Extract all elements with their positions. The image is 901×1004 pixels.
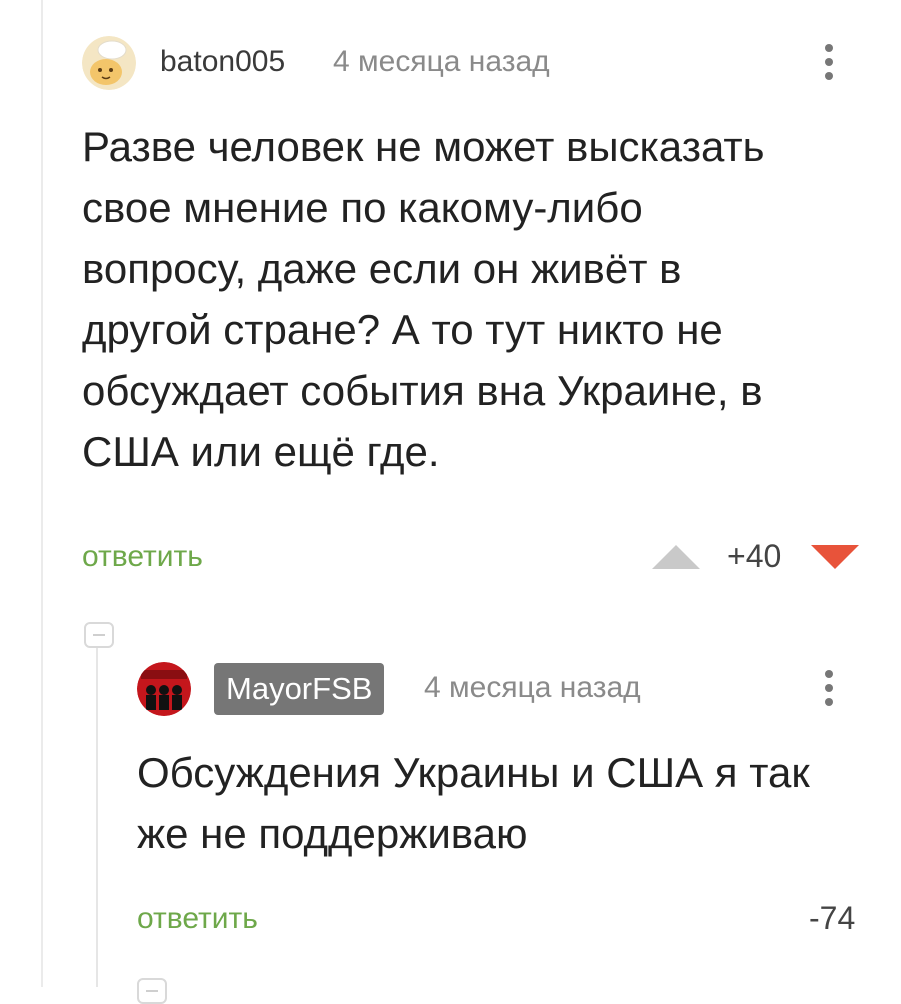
upvote-icon[interactable] [650,543,702,571]
comment-line: Обсуждения Украины и США я так [137,749,810,796]
rating-value: -74 [809,900,856,936]
downvote-icon[interactable] [809,543,861,571]
thread-line [41,0,43,987]
reply-button[interactable]: ответить [137,902,258,936]
timestamp: 4 месяца назад [424,671,641,704]
comment-line: же не поддерживаю [137,810,528,857]
band-logo-icon [137,662,191,716]
rating-value: +40 [727,538,782,574]
user-avatar[interactable] [82,36,136,90]
comment-line: вопросу, даже если он живёт в [82,245,682,292]
comment-line: другой стране? А то тут никто не [82,306,723,353]
reply-thread-line [96,648,98,987]
comment-line: США или ещё где. [82,428,440,475]
comment-line: обсуждает события вна Украине, в [82,367,763,414]
reply-button[interactable]: ответить [82,540,203,574]
comment-line: Разве человек не может высказать [82,123,765,170]
more-options-icon[interactable] [823,44,835,80]
chef-cat-icon [82,36,136,90]
timestamp: 4 месяца назад [333,45,550,78]
comment-line: свое мнение по какому-либо [82,184,643,231]
collapse-thread-button[interactable] [84,622,114,648]
username-badge[interactable]: MayorFSB [214,663,385,715]
comment-text: Обсуждения Украины и США я так же не под… [137,742,810,864]
username[interactable]: baton005 [160,45,285,79]
user-avatar[interactable] [137,662,191,716]
collapse-thread-button[interactable] [137,978,167,1004]
comment-text: Разве человек не может высказать свое мн… [82,116,765,482]
more-options-icon[interactable] [823,670,835,706]
